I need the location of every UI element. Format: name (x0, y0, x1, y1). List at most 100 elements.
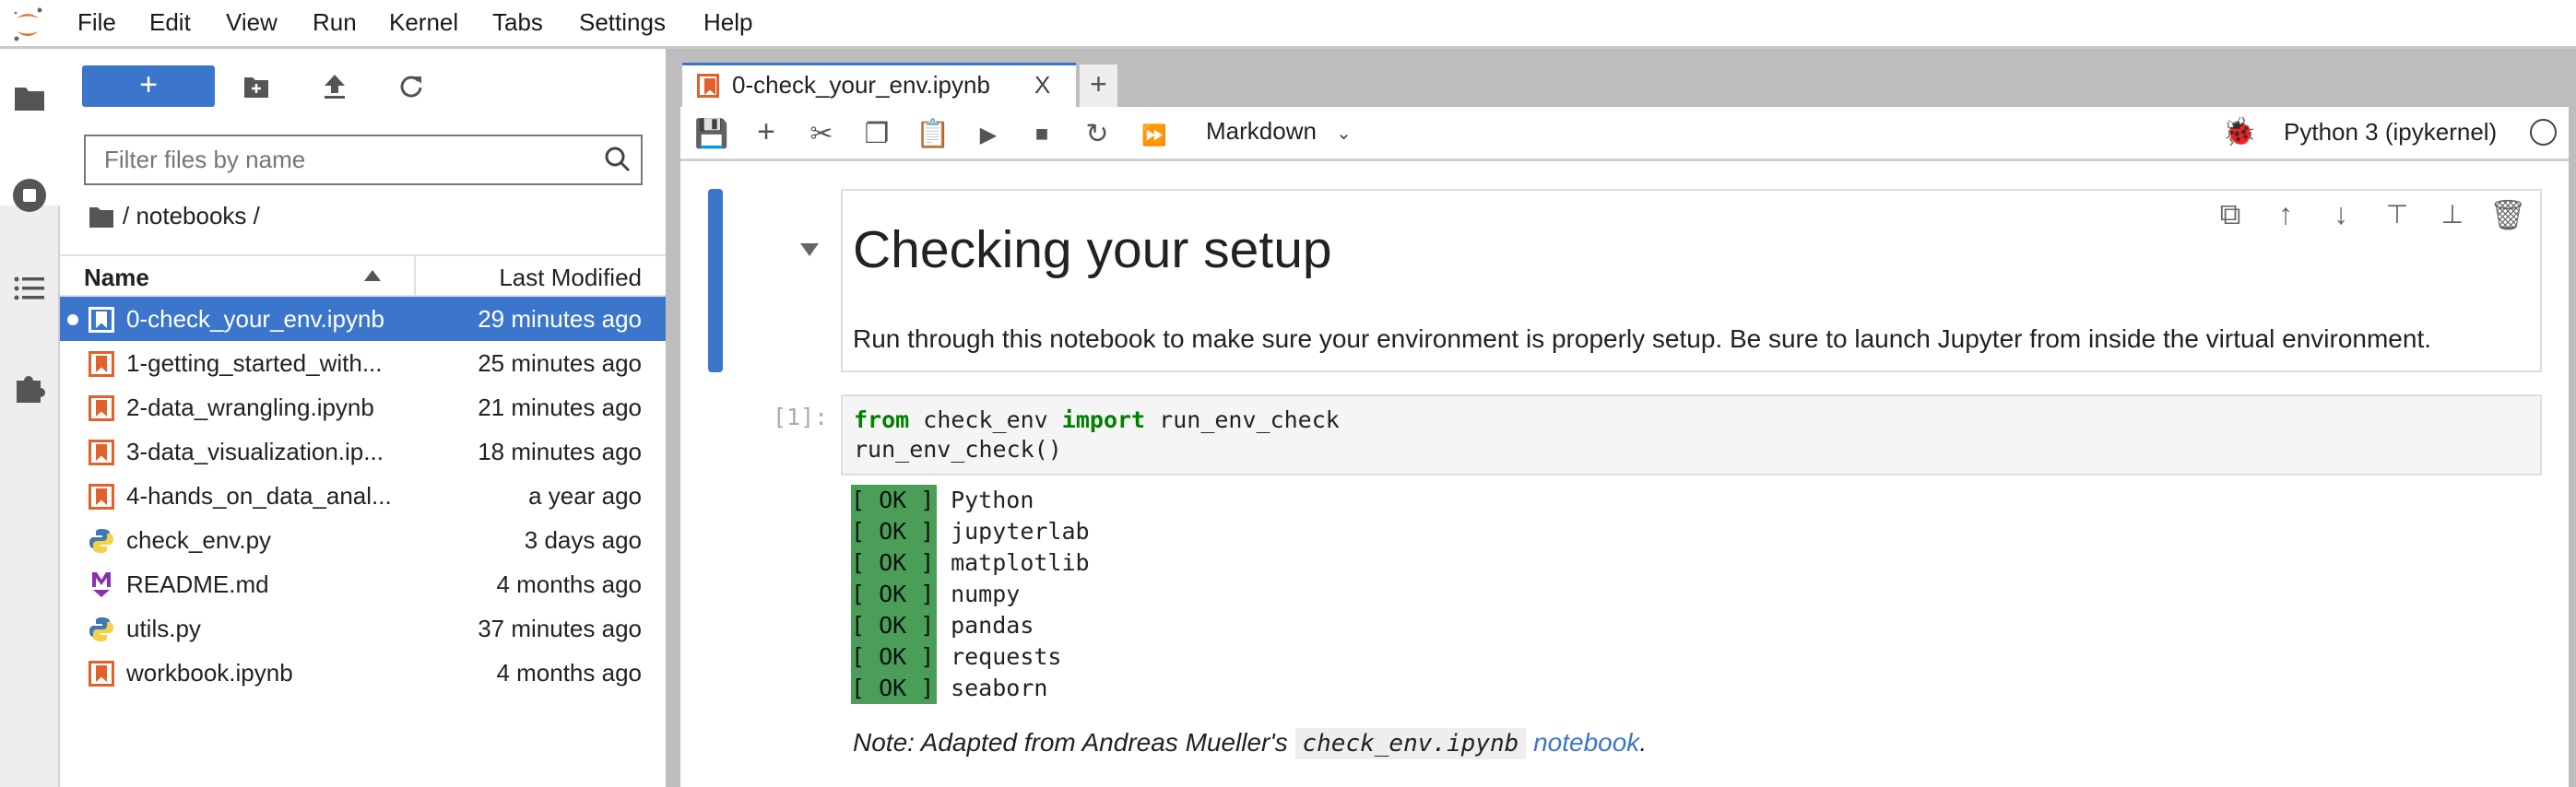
ok-badge: [ OK ] (851, 610, 937, 641)
file-row[interactable]: 3-data_visualization.ip... 18 minutes ago (60, 429, 666, 474)
active-cell-indicator[interactable] (708, 189, 723, 372)
file-name: 4-hands_on_data_anal... (126, 482, 392, 510)
breadcrumb-folder-icon[interactable] (89, 205, 114, 229)
column-divider[interactable] (414, 256, 416, 295)
code-line: run_env_check() (854, 436, 1062, 463)
file-row[interactable]: README.md 4 months ago (60, 562, 666, 606)
function-name: run_env_check (1145, 406, 1340, 433)
paste-icon[interactable]: 📋 (915, 118, 951, 150)
new-folder-icon[interactable] (243, 75, 269, 99)
search-icon (605, 147, 631, 172)
folder-icon[interactable] (14, 84, 45, 112)
notebook-icon (89, 661, 114, 687)
ok-badge: [ OK ] (851, 485, 937, 516)
menu-tabs[interactable]: Tabs (492, 8, 543, 37)
cell-type-value: Markdown (1206, 117, 1317, 145)
duplicate-cell-icon[interactable]: ⧉ (2212, 197, 2249, 232)
file-row[interactable]: workbook.ipynb 4 months ago (60, 651, 666, 695)
markdown-icon (92, 572, 111, 597)
file-row[interactable]: utils.py 37 minutes ago (60, 606, 666, 651)
fast-forward-icon[interactable]: ⏩ (1136, 123, 1173, 147)
menu-edit[interactable]: Edit (149, 8, 191, 37)
column-last-modified[interactable]: Last Modified (499, 264, 642, 292)
running-indicator-icon (67, 314, 78, 325)
file-list-header: Name Last Modified (60, 254, 666, 297)
move-down-icon[interactable]: ↓ (2322, 197, 2359, 231)
file-modified: 21 minutes ago (478, 394, 642, 421)
package-name: jupyterlab (951, 518, 1090, 545)
file-row[interactable]: 0-check_your_env.ipynb 29 minutes ago (60, 297, 666, 341)
file-modified: 25 minutes ago (478, 349, 642, 377)
filter-files-input[interactable] (84, 135, 643, 185)
keyword: import (1061, 406, 1146, 433)
output-line: [ OK ] requests (851, 641, 1061, 673)
move-up-icon[interactable]: ↑ (2267, 197, 2304, 231)
file-name: check_env.py (126, 526, 272, 554)
file-modified: a year ago (528, 482, 642, 510)
extensions-icon[interactable] (13, 371, 46, 405)
column-name[interactable]: Name (84, 264, 149, 292)
output-line: [ OK ] Python (851, 485, 1034, 516)
file-row[interactable]: 2-data_wrangling.ipynb 21 minutes ago (60, 385, 666, 429)
file-name: 2-data_wrangling.ipynb (126, 394, 374, 421)
collapse-heading-icon[interactable] (800, 243, 819, 256)
file-row[interactable]: check_env.py 3 days ago (60, 518, 666, 562)
insert-above-icon[interactable]: ⊤ (2379, 199, 2416, 229)
menu-view[interactable]: View (226, 8, 278, 37)
toolbar-divider (680, 159, 2569, 161)
notebook-icon (89, 484, 114, 510)
output-line: [ OK ] jupyterlab (851, 516, 1090, 547)
tab-notebook[interactable]: 0-check_your_env.ipynb X (682, 63, 1076, 107)
file-modified: 37 minutes ago (478, 615, 642, 642)
jupyter-logo (14, 7, 42, 41)
file-row[interactable]: 1-getting_started_with... 25 minutes ago (60, 341, 666, 385)
package-name: requests (951, 643, 1062, 670)
delete-cell-icon[interactable]: 🗑 (2489, 197, 2527, 232)
copy-icon[interactable]: ❐ (858, 118, 895, 150)
menu-kernel[interactable]: Kernel (389, 8, 458, 37)
package-name: matplotlib (951, 549, 1090, 576)
file-row[interactable]: 4-hands_on_data_anal... a year ago (60, 474, 666, 518)
output-line: [ OK ] pandas (851, 610, 1034, 641)
heading: Checking your setup (853, 220, 1332, 279)
cut-icon[interactable]: ✂ (803, 118, 840, 150)
insert-below-icon[interactable]: ⊥ (2434, 199, 2471, 229)
chevron-down-icon: ⌄ (1336, 123, 1352, 144)
file-name: 1-getting_started_with... (126, 349, 383, 377)
menu-help[interactable]: Help (703, 8, 752, 37)
new-tab-button[interactable]: + (1080, 65, 1117, 107)
file-name: 0-check_your_env.ipynb (126, 305, 384, 333)
breadcrumb[interactable]: / notebooks / (123, 202, 260, 230)
keyword: from (854, 406, 910, 433)
notebook-link[interactable]: notebook (1533, 728, 1639, 757)
menu-file[interactable]: File (77, 8, 116, 37)
stop-icon[interactable]: ■ (1023, 122, 1060, 147)
menu-run[interactable]: Run (313, 8, 357, 37)
insert-cell-icon[interactable]: + (748, 114, 785, 150)
panel-splitter[interactable] (666, 49, 680, 787)
output-line: [ OK ] seaborn (851, 673, 1047, 704)
notebook-icon (89, 351, 114, 377)
kernel-name[interactable]: Python 3 (ipykernel) (2284, 118, 2497, 147)
python-icon (89, 617, 113, 641)
refresh-icon[interactable] (398, 74, 424, 100)
scrollbar[interactable] (2569, 107, 2576, 787)
cell-type-dropdown[interactable]: Markdown ⌄ (1206, 117, 1352, 146)
menu-settings[interactable]: Settings (579, 8, 666, 37)
run-icon[interactable]: ▶ (970, 122, 1007, 148)
ok-badge: [ OK ] (851, 516, 937, 547)
ok-badge: [ OK ] (851, 579, 937, 610)
code-cell-editor[interactable]: from check_env import run_env_check run_e… (841, 394, 2542, 476)
debugger-bug-icon[interactable]: 🐞 (2222, 116, 2256, 148)
running-sessions-icon[interactable] (12, 178, 47, 213)
close-tab-icon[interactable]: X (1034, 71, 1050, 100)
sort-ascending-icon[interactable] (364, 270, 381, 281)
file-name: utils.py (126, 615, 201, 642)
output-line: [ OK ] numpy (851, 579, 1020, 610)
upload-icon[interactable] (323, 73, 347, 100)
restart-icon[interactable]: ↻ (1079, 118, 1116, 150)
ok-badge: [ OK ] (851, 673, 937, 704)
table-of-contents-icon[interactable] (14, 276, 45, 303)
save-icon[interactable]: 💾 (693, 118, 730, 150)
new-launcher-button[interactable]: + (82, 65, 215, 107)
